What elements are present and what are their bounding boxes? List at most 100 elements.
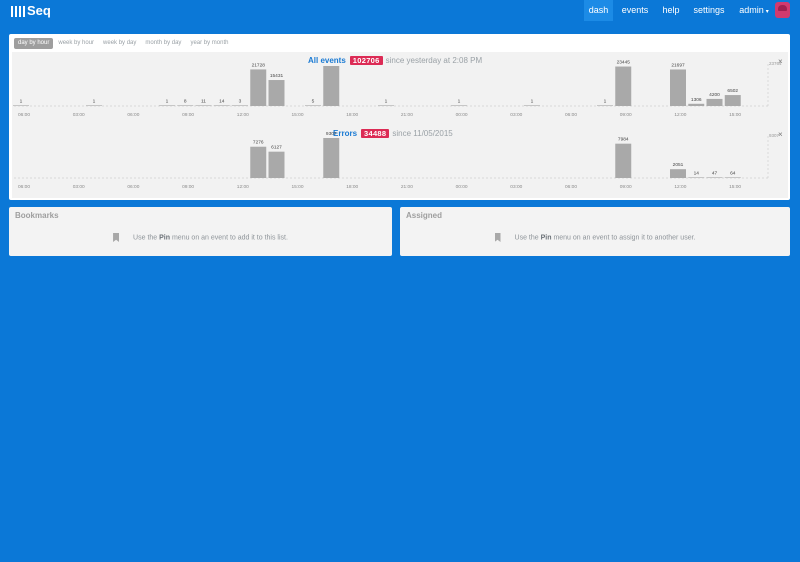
chart-bar[interactable]	[268, 80, 285, 106]
charts-area: All events 102706 since yesterday at 2:08 …	[12, 52, 788, 198]
x-tick-label: 15:00	[729, 184, 741, 190]
tab-day-by-hour[interactable]: day by hour	[14, 38, 54, 49]
y-max-label: 23764	[769, 61, 782, 66]
avatar[interactable]	[775, 2, 790, 18]
bar-value-label: 23445	[617, 60, 631, 66]
chart-bar[interactable]	[13, 105, 29, 106]
message-text: menu on an event to assign it to another…	[553, 234, 696, 242]
bar-value-label: 11	[201, 98, 206, 104]
seq-logo[interactable]: Seq	[11, 3, 51, 19]
bar-value-label: 2051	[673, 162, 684, 168]
chart-bar[interactable]	[323, 138, 340, 178]
x-tick-label: 09:00	[620, 184, 632, 190]
x-tick-label: 06:00	[565, 112, 577, 118]
tab-week-by-hour[interactable]: week by hour	[54, 38, 98, 49]
x-tick-label: 00:00	[456, 112, 468, 118]
chart-bar[interactable]	[250, 146, 267, 178]
x-tick-label: 15:00	[291, 184, 303, 190]
nav-help[interactable]: help	[659, 0, 683, 21]
x-tick-label: 00:00	[456, 184, 468, 190]
bar-value-label: 1	[93, 98, 96, 104]
x-tick-label: 18:00	[346, 112, 358, 118]
bar-value-label: 21728	[252, 62, 266, 68]
assigned-empty-message: Use the Pin menu on an event to assign i…	[400, 233, 790, 242]
nav-settings[interactable]: settings	[690, 0, 728, 21]
x-tick-label: 09:00	[620, 112, 632, 118]
x-tick-label: 12:00	[674, 112, 686, 118]
chart-bar[interactable]	[378, 105, 394, 106]
chart-bar[interactable]	[159, 105, 175, 106]
bar-value-label: 15431	[270, 73, 284, 79]
tab-week-by-day[interactable]: week by day	[99, 38, 140, 49]
nav-dash[interactable]: dash	[584, 0, 613, 21]
chart-bar[interactable]	[232, 105, 248, 106]
chart-bar[interactable]	[250, 69, 267, 106]
chart-bar[interactable]	[688, 103, 705, 106]
chart-bar[interactable]	[688, 177, 705, 178]
chart-bar[interactable]	[213, 105, 230, 106]
x-tick-label: 12:00	[237, 112, 249, 118]
pin-word: Pin	[540, 234, 552, 242]
message-text: Use the	[133, 234, 158, 242]
x-tick-label: 06:00	[127, 112, 139, 118]
bar-value-label: 1	[604, 98, 607, 104]
bar-value-label: 4200	[709, 92, 720, 98]
x-tick-label: 03:00	[73, 112, 85, 118]
x-tick-label: 03:00	[73, 184, 85, 190]
bar-value-label: 1	[166, 98, 169, 104]
bookmark-icon	[113, 233, 120, 242]
x-tick-label: 18:00	[346, 184, 358, 190]
bar-value-label: 1	[458, 98, 461, 104]
range-tabs: day by hour week by hour week by day mon…	[14, 38, 233, 49]
bar-value-label: 9307	[326, 131, 337, 137]
bar-value-label: 14	[219, 98, 225, 104]
y-max-label: 9307	[769, 133, 780, 138]
assigned-card: Assigned Use the Pin menu on an event to…	[400, 207, 790, 256]
chart-bar[interactable]	[615, 143, 632, 178]
chart-bar[interactable]	[706, 177, 723, 178]
chart-bar[interactable]	[177, 105, 194, 106]
chart-bar[interactable]	[305, 105, 321, 106]
x-tick-label: 09:00	[182, 184, 194, 190]
chart-bar[interactable]	[670, 69, 686, 106]
x-tick-label: 12:00	[237, 184, 249, 190]
chart-bar[interactable]	[706, 98, 723, 106]
bookmarks-empty-message: Use the Pin menu on an event to add it t…	[9, 233, 392, 242]
chart-errors: 9307 7276 6127 9307 7984 2051 14 47 64 06:00 03:00…	[14, 131, 780, 190]
chart-bar[interactable]	[670, 169, 686, 178]
tab-month-by-day[interactable]: month by day	[141, 38, 185, 49]
logo-bars-icon	[11, 5, 25, 17]
chart-bar[interactable]	[724, 177, 741, 178]
chart-bar[interactable]	[615, 66, 632, 106]
bar-value-label: 1	[385, 98, 388, 104]
bar-value-label: 14	[694, 170, 700, 176]
tab-year-by-month[interactable]: year by month	[186, 38, 232, 49]
chart-bar[interactable]	[524, 105, 540, 106]
chart-bar[interactable]	[724, 95, 741, 106]
chart-bar[interactable]	[268, 151, 285, 178]
x-tick-label: 15:00	[729, 112, 741, 118]
nav-user-menu[interactable]: admin ▾	[735, 0, 773, 21]
x-tick-label: 21:00	[401, 184, 413, 190]
dashboard-panel: day by hour week by hour week by day mon…	[9, 34, 790, 200]
x-tick-label: 15:00	[291, 112, 303, 118]
bar-value-label: 7276	[253, 140, 264, 146]
x-tick-label: 03:00	[510, 184, 522, 190]
bar-value-label: 3	[239, 98, 242, 104]
chart-bar[interactable]	[597, 105, 613, 106]
x-tick-label: 06:00	[565, 184, 577, 190]
chart-bar[interactable]	[86, 105, 102, 106]
chart-bar[interactable]	[323, 66, 340, 106]
bar-value-label: 8	[184, 98, 187, 104]
bar-value-label: 6127	[271, 145, 282, 151]
chart-bar[interactable]	[195, 105, 212, 106]
x-tick-label: 09:00	[182, 112, 194, 118]
bookmark-icon	[494, 233, 501, 242]
bar-value-label: 1	[531, 98, 534, 104]
top-navbar: Seq dash events help settings admin ▾	[0, 0, 800, 22]
bar-value-label: 64	[730, 170, 736, 176]
chart-bar[interactable]	[451, 105, 467, 106]
nav-events[interactable]: events	[619, 0, 651, 21]
bookmarks-card: Bookmarks Use the Pin menu on an event t…	[9, 207, 392, 256]
bar-value-label: 47	[712, 170, 718, 176]
